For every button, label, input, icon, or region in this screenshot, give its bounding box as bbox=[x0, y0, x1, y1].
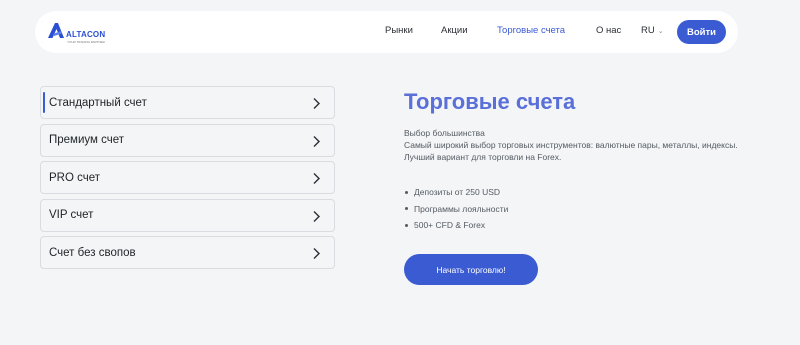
description-line: Выбор большинства bbox=[404, 128, 485, 138]
account-item-label: Премиум счет bbox=[49, 134, 125, 146]
top-navigation-bar: ALTACON YOUR TRADING PARTNER Рынки Акции… bbox=[35, 11, 738, 53]
chevron-down-icon: ⌄ bbox=[657, 28, 664, 35]
features-list: Депозиты от 250 USD Программы лояльности… bbox=[404, 186, 508, 236]
chevron-right-icon bbox=[313, 98, 320, 109]
description-line: Самый широкий выбор торговых инструменто… bbox=[404, 140, 738, 150]
description-line: Лучший вариант для торговли на Forex. bbox=[404, 152, 562, 162]
chevron-right-icon bbox=[313, 173, 320, 184]
nav-item-stocks[interactable]: Акции bbox=[441, 25, 468, 36]
logo-text: ALTACON bbox=[66, 30, 106, 39]
account-item-swap-free[interactable]: Счет без свопов bbox=[40, 236, 335, 269]
start-trading-button[interactable]: Начать торговлю! bbox=[404, 254, 538, 285]
chevron-right-icon bbox=[313, 210, 320, 222]
account-item-label: Счет без свопов bbox=[49, 246, 136, 259]
account-item-premium[interactable]: Премиум счет bbox=[40, 123, 335, 157]
feature-item: Программы лояльности bbox=[404, 203, 508, 220]
chevron-right-icon bbox=[313, 248, 320, 259]
language-label: RU bbox=[641, 25, 655, 36]
account-item-label: VIP счет bbox=[49, 209, 94, 221]
account-item-pro[interactable]: PRO счет bbox=[40, 161, 335, 194]
account-item-label: Стандартный счет bbox=[49, 96, 147, 109]
nav-item-trading-accounts[interactable]: Торговые счета bbox=[497, 25, 565, 36]
account-item-label: PRO счет bbox=[49, 171, 101, 184]
login-button[interactable]: Войти bbox=[677, 20, 726, 44]
account-type-list: Стандартный счет Премиум счет PRO счет V… bbox=[40, 86, 335, 274]
account-description: Выбор большинства Самый широкий выбор то… bbox=[404, 127, 744, 163]
chevron-right-icon bbox=[313, 135, 320, 147]
account-item-vip[interactable]: VIP счет bbox=[40, 198, 335, 232]
altacon-logo[interactable]: ALTACON YOUR TRADING PARTNER bbox=[46, 20, 126, 46]
logo-subtext: YOUR TRADING PARTNER bbox=[67, 40, 105, 44]
nav-item-about[interactable]: О нас bbox=[596, 25, 621, 36]
logo-icon bbox=[48, 23, 64, 38]
page-title: Торговые счета bbox=[404, 89, 576, 114]
account-item-standard[interactable]: Стандартный счет bbox=[40, 86, 335, 119]
feature-item: Депозиты от 250 USD bbox=[404, 186, 508, 203]
language-selector[interactable]: RU ⌄ bbox=[641, 25, 664, 36]
nav-item-markets[interactable]: Рынки bbox=[385, 25, 413, 36]
feature-item: 500+ CFD & Forex bbox=[404, 219, 508, 236]
